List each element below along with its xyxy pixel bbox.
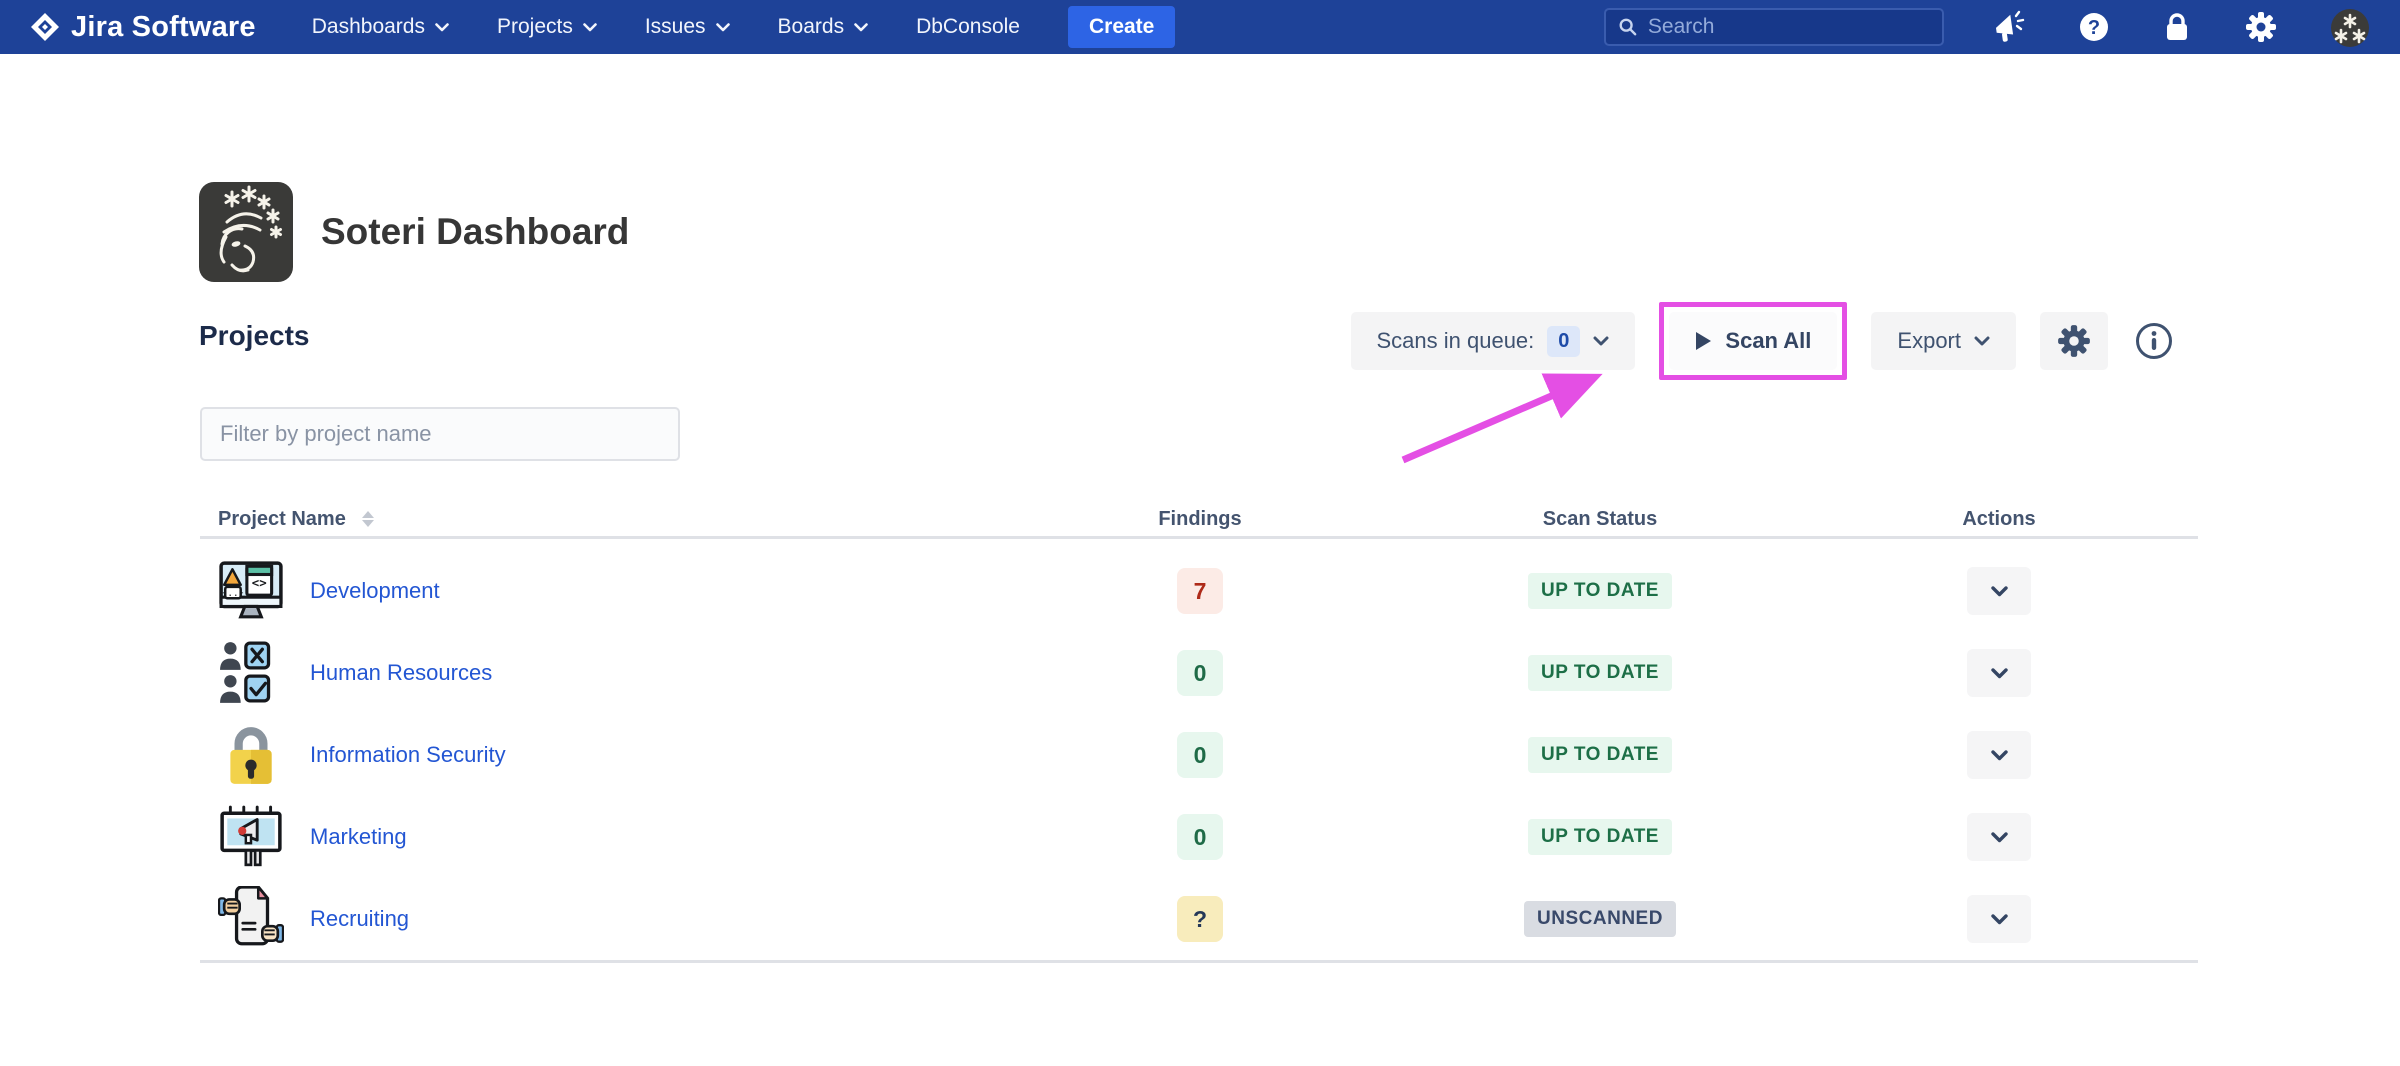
- project-link[interactable]: Development: [310, 578, 440, 604]
- nav-menu: Dashboards Projects Issues Boards DbCons…: [312, 15, 1020, 39]
- scan-all-highlight-box: Scan All: [1659, 302, 1848, 380]
- navbar-search[interactable]: [1604, 8, 1944, 46]
- avatar[interactable]: [2330, 7, 2370, 47]
- brand-name: Jira Software: [71, 10, 256, 43]
- document-hands-icon: [217, 885, 285, 952]
- info-button[interactable]: [2132, 312, 2176, 370]
- scans-in-queue-count: 0: [1547, 325, 1581, 357]
- jira-diamond-icon: [30, 12, 60, 42]
- computer-code-icon: {..} <>: [218, 558, 284, 624]
- table-row: {..} <> Development 7 UP TO DATE: [200, 550, 2198, 632]
- status-badge: UP TO DATE: [1528, 737, 1672, 773]
- chevron-down-icon: [854, 22, 868, 31]
- nav-item-projects[interactable]: Projects: [497, 15, 597, 39]
- column-header-actions: Actions: [1962, 507, 2036, 530]
- chevron-down-icon: [1593, 336, 1609, 346]
- chevron-down-icon: [1990, 913, 2008, 924]
- findings-badge: 0: [1177, 814, 1223, 860]
- jira-logo[interactable]: Jira Software: [30, 11, 256, 44]
- scan-all-button[interactable]: Scan All: [1669, 312, 1838, 370]
- projects-toolbar: Scans in queue: 0 Scan All Export: [1350, 302, 2177, 380]
- findings-badge: ?: [1177, 896, 1223, 942]
- projects-table: Project Name Findings Scan Status Action…: [200, 502, 2198, 963]
- gear-icon[interactable]: [2244, 10, 2278, 44]
- row-actions-button[interactable]: [1967, 731, 2031, 779]
- row-actions-button[interactable]: [1967, 895, 2031, 943]
- scans-in-queue-label: Scans in queue:: [1376, 328, 1535, 353]
- table-header: Project Name Findings Scan Status Action…: [200, 502, 2198, 539]
- chevron-down-icon: [583, 22, 597, 31]
- play-icon: [1696, 332, 1712, 350]
- people-checklist-icon: [218, 640, 284, 706]
- column-header-scan-status: Scan Status: [1542, 507, 1658, 530]
- row-actions-button[interactable]: [1967, 813, 2031, 861]
- project-link[interactable]: Information Security: [310, 742, 506, 768]
- page: Jira Software Dashboards Projects Issues…: [0, 0, 2400, 1066]
- svg-text:{..}: {..}: [222, 588, 244, 599]
- nav-item-issues[interactable]: Issues: [645, 15, 730, 39]
- export-button[interactable]: Export: [1871, 312, 2016, 370]
- chevron-down-icon: [1990, 667, 2008, 678]
- info-icon: [2136, 323, 2172, 359]
- findings-badge: 7: [1177, 568, 1223, 614]
- table-row: Marketing 0 UP TO DATE: [200, 796, 2198, 878]
- status-badge: UP TO DATE: [1528, 573, 1672, 609]
- nav-item-dbconsole[interactable]: DbConsole: [916, 15, 1020, 39]
- lock-icon[interactable]: [2162, 11, 2192, 43]
- row-actions-button[interactable]: [1967, 649, 2031, 697]
- row-actions-button[interactable]: [1967, 567, 2031, 615]
- project-link[interactable]: Human Resources: [310, 660, 492, 686]
- padlock-icon: [218, 722, 284, 788]
- table-body: {..} <> Development 7 UP TO DATE Human R…: [200, 539, 2198, 963]
- status-badge: UP TO DATE: [1528, 819, 1672, 855]
- nav-item-boards[interactable]: Boards: [778, 15, 869, 39]
- column-header-project-name[interactable]: Project Name: [200, 508, 1000, 531]
- help-icon[interactable]: ?: [2078, 11, 2110, 43]
- chevron-down-icon: [715, 22, 730, 31]
- sort-icon[interactable]: [361, 511, 374, 527]
- project-filter-input[interactable]: [200, 407, 680, 461]
- project-link[interactable]: Recruiting: [310, 906, 409, 932]
- svg-text:?: ?: [2088, 17, 2100, 39]
- column-header-findings: Findings: [1158, 507, 1242, 530]
- findings-badge: 0: [1177, 732, 1223, 778]
- search-input[interactable]: [1647, 15, 1930, 39]
- chevron-down-icon: [1990, 749, 2008, 760]
- top-navbar: Jira Software Dashboards Projects Issues…: [0, 0, 2400, 54]
- navbar-icons: ?: [1992, 7, 2370, 47]
- page-header: Soteri Dashboard: [199, 182, 629, 282]
- project-link[interactable]: Marketing: [310, 824, 407, 850]
- settings-gear-button[interactable]: [2040, 312, 2108, 370]
- chevron-down-icon: [1990, 831, 2008, 842]
- table-row: Recruiting ? UNSCANNED: [200, 878, 2198, 960]
- scans-in-queue-button[interactable]: Scans in queue: 0: [1350, 312, 1636, 370]
- megaphone-icon[interactable]: [1992, 10, 2026, 44]
- soteri-logo-icon: [199, 182, 293, 282]
- table-row: Human Resources 0 UP TO DATE: [200, 632, 2198, 714]
- chevron-down-icon: [1974, 336, 1990, 346]
- status-badge: UNSCANNED: [1524, 901, 1676, 937]
- nav-item-dashboards[interactable]: Dashboards: [312, 15, 449, 39]
- findings-badge: 0: [1177, 650, 1223, 696]
- projects-heading: Projects: [199, 320, 310, 351]
- svg-text:<>: <>: [252, 576, 267, 590]
- page-title: Soteri Dashboard: [321, 211, 630, 252]
- status-badge: UP TO DATE: [1528, 655, 1672, 691]
- table-row: Information Security 0 UP TO DATE: [200, 714, 2198, 796]
- chevron-down-icon: [1990, 585, 2008, 596]
- create-button[interactable]: Create: [1067, 6, 1176, 48]
- billboard-icon: [218, 804, 284, 870]
- gear-icon: [2058, 325, 2090, 357]
- chevron-down-icon: [435, 22, 449, 31]
- search-icon: [1619, 18, 1637, 36]
